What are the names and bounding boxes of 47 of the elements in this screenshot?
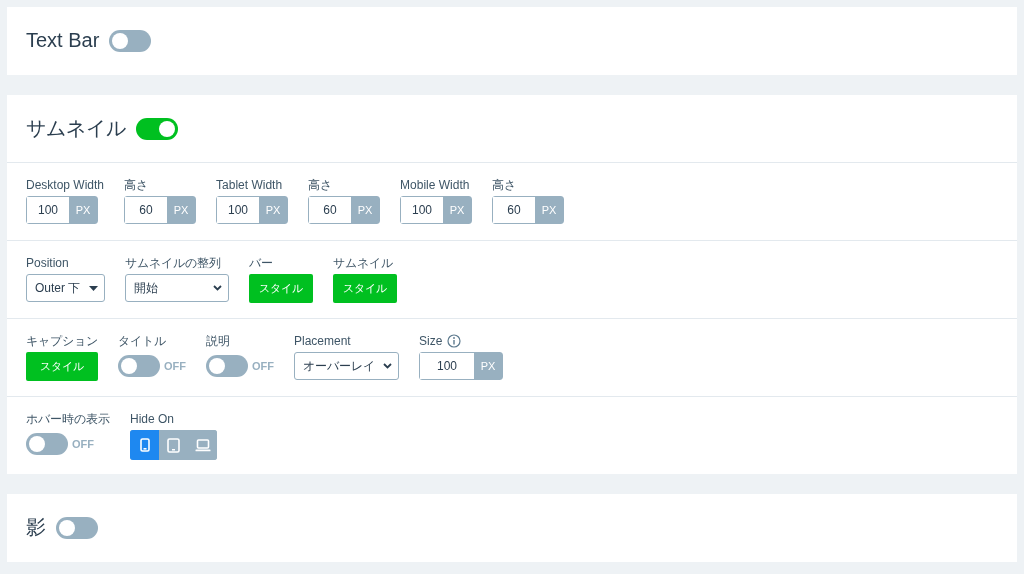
dropdown[interactable]: 開始	[125, 274, 229, 302]
field-label: キャプション	[26, 332, 98, 350]
field-label: 高さ	[124, 176, 149, 194]
field-label: バー	[249, 254, 273, 272]
info-icon[interactable]	[447, 334, 462, 348]
field-label: タイトル	[118, 332, 166, 350]
field-label: 高さ	[492, 176, 517, 194]
toggle-state: OFF	[72, 438, 94, 450]
number-field[interactable]: 100 PX	[419, 352, 503, 380]
toggle-switch[interactable]	[26, 433, 68, 455]
number-field[interactable]: 100 PX	[26, 196, 98, 224]
device-button[interactable]	[130, 430, 159, 460]
section-toggle[interactable]	[109, 29, 152, 52]
field-label: Mobile Width	[400, 178, 470, 192]
field-label: Desktop Width	[26, 178, 105, 192]
section-title: 影	[26, 515, 46, 540]
section-title: サムネイル	[26, 116, 126, 141]
section-title: Text Bar	[26, 29, 100, 52]
field-label: Position	[26, 256, 69, 270]
toggle-state: OFF	[252, 360, 274, 372]
section-toggle[interactable]	[56, 516, 98, 539]
chevron-down-icon	[383, 363, 392, 369]
field-label: サムネイルの整列	[125, 254, 221, 272]
toggle-switch[interactable]	[206, 355, 248, 377]
toggle-switch[interactable]	[118, 355, 160, 377]
toggle-state: OFF	[164, 360, 186, 372]
field-label: ホバー時の表示	[26, 410, 110, 428]
field-label: サムネイル	[333, 254, 393, 272]
section-toggle[interactable]	[136, 117, 178, 140]
number-field[interactable]: 100 PX	[400, 196, 473, 224]
number-field[interactable]: 60 PX	[492, 196, 565, 224]
number-field[interactable]: 60 PX	[124, 196, 197, 224]
dropdown[interactable]: オーバーレイ	[294, 352, 399, 380]
laptop-icon	[194, 438, 211, 452]
field-label: Placement	[294, 334, 351, 348]
caret-icon	[89, 285, 98, 291]
tablet-icon	[167, 437, 180, 453]
field-label: Hide On	[130, 412, 175, 426]
number-field[interactable]: 100 PX	[216, 196, 289, 224]
phone-icon	[139, 438, 150, 452]
chevron-down-icon	[213, 285, 222, 291]
number-field[interactable]: 60 PX	[308, 196, 381, 224]
field-label: 高さ	[308, 176, 333, 194]
field-label: 説明	[206, 332, 230, 350]
field-label: Tablet Width	[216, 178, 283, 192]
field-label: Size	[419, 334, 443, 348]
dropdown[interactable]: Outer 下	[26, 274, 105, 302]
